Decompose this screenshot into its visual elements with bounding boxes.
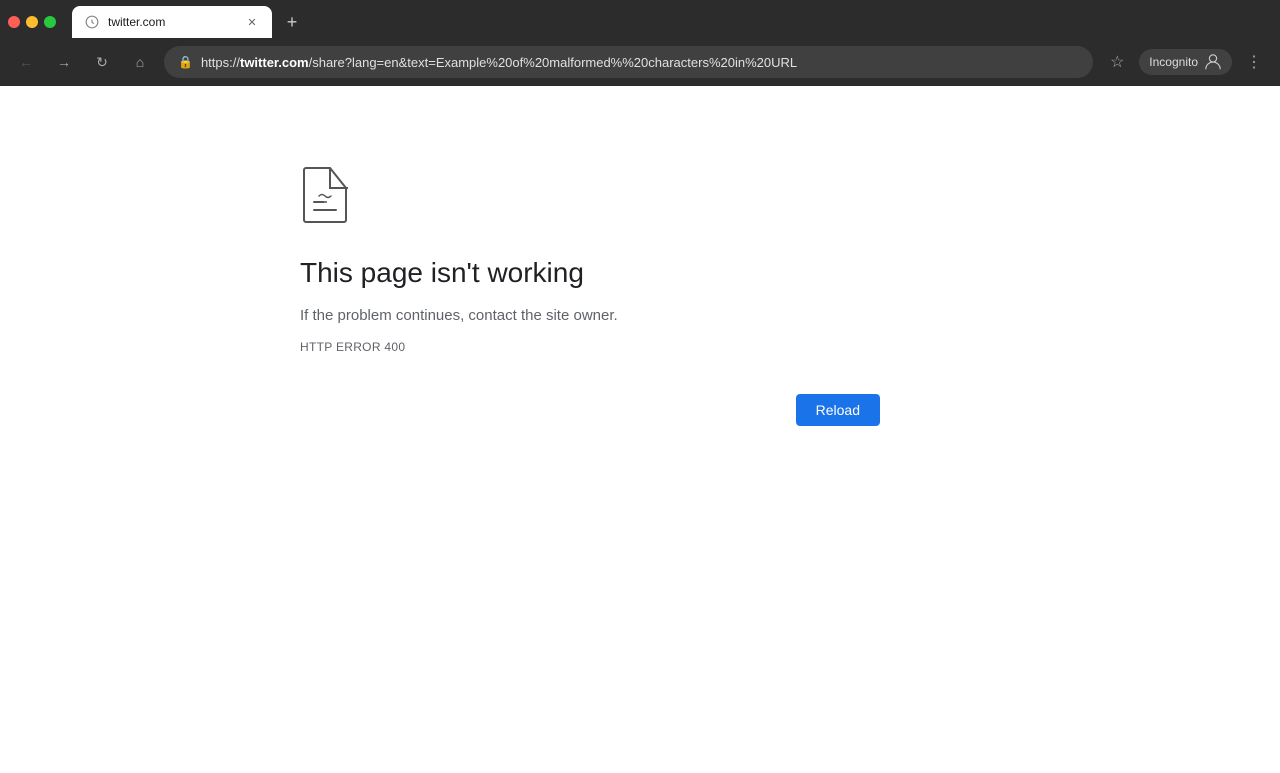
browser-chrome: twitter.com ✕ + ← → ↻ ⌂ 🔒 https://twitte… <box>0 0 1280 86</box>
incognito-label: Incognito <box>1149 55 1198 69</box>
forward-icon: → <box>57 54 71 70</box>
close-window-button[interactable] <box>8 16 20 28</box>
tab-close-button[interactable]: ✕ <box>244 14 260 30</box>
star-icon: ☆ <box>1110 52 1124 72</box>
home-icon: ⌂ <box>136 54 144 70</box>
maximize-window-button[interactable] <box>44 16 56 28</box>
page-content: This page isn't working If the problem c… <box>0 86 1280 773</box>
error-title: This page isn't working <box>300 257 880 289</box>
error-message: If the problem continues, contact the si… <box>300 305 880 328</box>
browser-menu-button[interactable]: ⋮ <box>1240 48 1268 76</box>
home-button[interactable]: ⌂ <box>126 48 154 76</box>
url-bar[interactable]: 🔒 https://twitter.com/share?lang=en&text… <box>164 46 1093 78</box>
tab-title: twitter.com <box>108 15 236 29</box>
back-icon: ← <box>19 54 33 70</box>
incognito-badge[interactable]: Incognito <box>1139 49 1232 75</box>
back-button[interactable]: ← <box>12 48 40 76</box>
error-container: This page isn't working If the problem c… <box>300 166 880 426</box>
bookmark-button[interactable]: ☆ <box>1103 48 1131 76</box>
error-code: HTTP ERROR 400 <box>300 340 880 354</box>
active-tab[interactable]: twitter.com ✕ <box>72 6 272 38</box>
incognito-icon <box>1204 53 1222 71</box>
window-controls <box>8 16 56 28</box>
lock-icon: 🔒 <box>178 55 193 69</box>
menu-icon: ⋮ <box>1246 52 1262 72</box>
reload-icon: ↻ <box>96 54 108 71</box>
url-text: https://twitter.com/share?lang=en&text=E… <box>201 55 1079 70</box>
tab-favicon <box>84 14 100 30</box>
minimize-window-button[interactable] <box>26 16 38 28</box>
new-tab-icon: + <box>287 12 298 33</box>
reload-row: Reload <box>300 394 880 426</box>
new-tab-button[interactable]: + <box>278 8 306 36</box>
error-document-icon <box>300 166 350 224</box>
reload-button[interactable]: ↻ <box>88 48 116 76</box>
address-bar: ← → ↻ ⌂ 🔒 https://twitter.com/share?lang… <box>0 38 1280 86</box>
forward-button[interactable]: → <box>50 48 78 76</box>
tab-bar: twitter.com ✕ + <box>0 0 1280 38</box>
reload-button[interactable]: Reload <box>796 394 880 426</box>
address-right-controls: ☆ Incognito ⋮ <box>1103 48 1268 76</box>
